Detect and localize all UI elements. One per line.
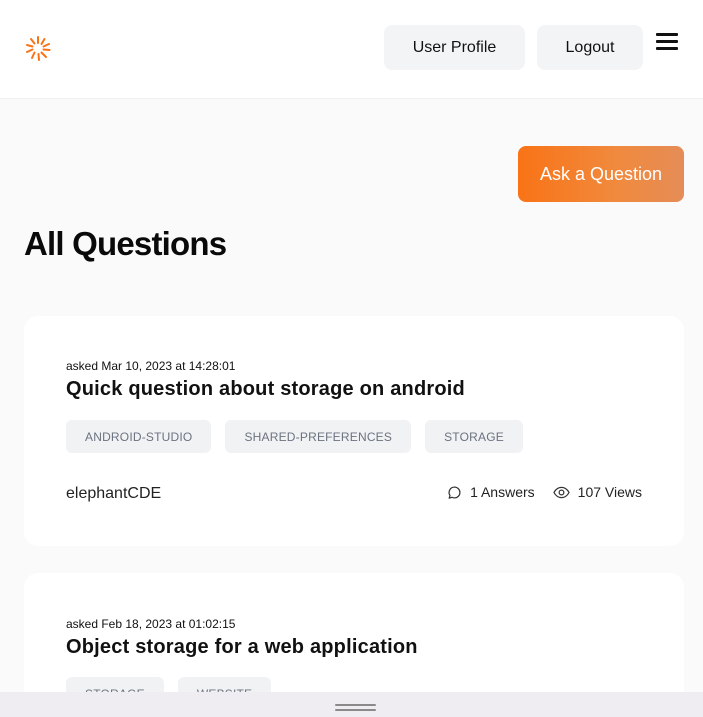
question-title[interactable]: Object storage for a web application — [66, 636, 418, 659]
top-header: User Profile Logout — [0, 0, 703, 99]
answers-label: 1 Answers — [470, 484, 535, 500]
asked-timestamp: asked Feb 18, 2023 at 01:02:15 — [66, 617, 236, 631]
tag[interactable]: ANDROID-STUDIO — [66, 420, 212, 453]
logo-icon[interactable] — [22, 32, 54, 64]
bottom-drag-bar — [0, 692, 703, 717]
hamburger-menu-icon[interactable] — [656, 33, 682, 55]
answers-count: 1 Answers — [447, 484, 535, 500]
asked-timestamp: asked Mar 10, 2023 at 14:28:01 — [66, 359, 236, 373]
tag[interactable]: SHARED-PREFERENCES — [225, 420, 412, 453]
logout-button[interactable]: Logout — [537, 25, 643, 70]
drag-handle-icon[interactable] — [335, 704, 376, 712]
comment-icon — [448, 485, 461, 499]
user-profile-button[interactable]: User Profile — [384, 25, 525, 70]
ask-question-button[interactable]: Ask a Question — [518, 146, 684, 202]
eye-icon — [552, 486, 570, 498]
tag-list: ANDROID-STUDIO SHARED-PREFERENCES STORAG… — [66, 420, 523, 453]
page-title: All Questions — [24, 225, 227, 262]
question-card[interactable]: asked Mar 10, 2023 at 14:28:01 Quick que… — [24, 316, 684, 546]
views-label: 107 Views — [577, 484, 642, 500]
author-name[interactable]: elephantCDE — [66, 485, 161, 503]
views-count: 107 Views — [552, 484, 642, 500]
tag[interactable]: STORAGE — [425, 420, 523, 453]
question-stats: 1 Answers 107 Views — [447, 484, 642, 500]
question-title[interactable]: Quick question about storage on android — [66, 378, 465, 401]
